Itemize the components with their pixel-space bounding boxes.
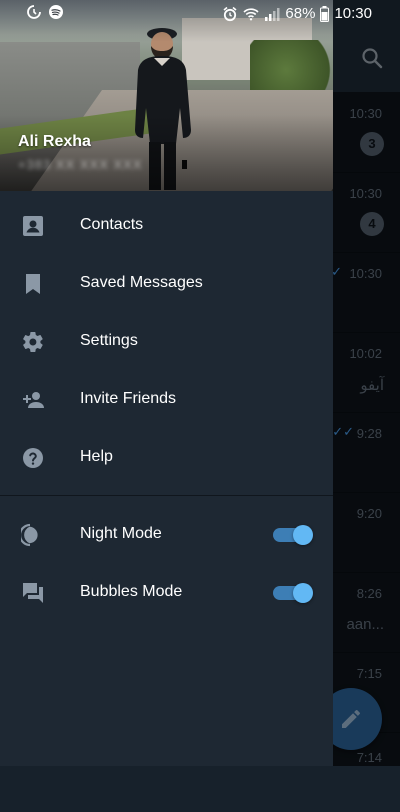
help-icon [23, 448, 43, 468]
status-bar: 68% 10:30 [0, 0, 400, 28]
moon-icon [21, 523, 38, 547]
profile-name: Ali Rexha [18, 133, 91, 150]
menu-item-bubbles-mode[interactable]: Bubbles Mode [0, 564, 333, 622]
chat-bubbles-icon [23, 583, 43, 603]
profile-phone: +383 XX XXX XXX [18, 157, 143, 172]
battery-icon [320, 6, 330, 22]
clock-time: 10:30 [334, 5, 372, 22]
menu-item-settings[interactable]: Settings [0, 313, 333, 371]
signal-icon [265, 8, 280, 21]
add-person-icon [23, 392, 44, 408]
wifi-icon [243, 8, 259, 21]
menu-label: Bubbles Mode [80, 583, 183, 600]
profile-header[interactable]: Ali Rexha +383 XX XXX XXX [0, 0, 333, 191]
toggle-knob [293, 525, 313, 545]
menu-label: Settings [80, 332, 138, 349]
menu-label: Contacts [80, 216, 144, 233]
menu-item-help[interactable]: Help [0, 429, 333, 487]
toggle-knob [293, 583, 313, 603]
night-mode-toggle[interactable] [273, 525, 313, 545]
menu-item-saved-messages[interactable]: Saved Messages [0, 255, 333, 313]
menu-label: Saved Messages [80, 274, 203, 291]
menu-label: Help [80, 448, 113, 465]
spotify-icon [49, 5, 63, 19]
contacts-icon [23, 216, 43, 236]
gear-icon [23, 331, 43, 353]
alarm-sync-icon [27, 5, 41, 19]
menu-label: Invite Friends [80, 390, 177, 407]
menu-item-night-mode[interactable]: Night Mode [0, 506, 333, 564]
battery-percent: 68% [285, 5, 316, 22]
navigation-drawer: Ali Rexha +383 XX XXX XXX Contacts Saved… [0, 0, 333, 766]
drawer-menu: Contacts Saved Messages Settings Invite … [0, 197, 333, 487]
bookmark-icon [26, 274, 40, 294]
drawer-toggle-menu: Night Mode Bubbles Mode [0, 506, 333, 622]
bubbles-mode-toggle[interactable] [273, 583, 313, 603]
menu-label: Night Mode [80, 525, 162, 542]
menu-divider [0, 495, 333, 496]
alarm-clock-icon [223, 6, 237, 22]
menu-item-invite-friends[interactable]: Invite Friends [0, 371, 333, 429]
menu-item-contacts[interactable]: Contacts [0, 197, 333, 255]
